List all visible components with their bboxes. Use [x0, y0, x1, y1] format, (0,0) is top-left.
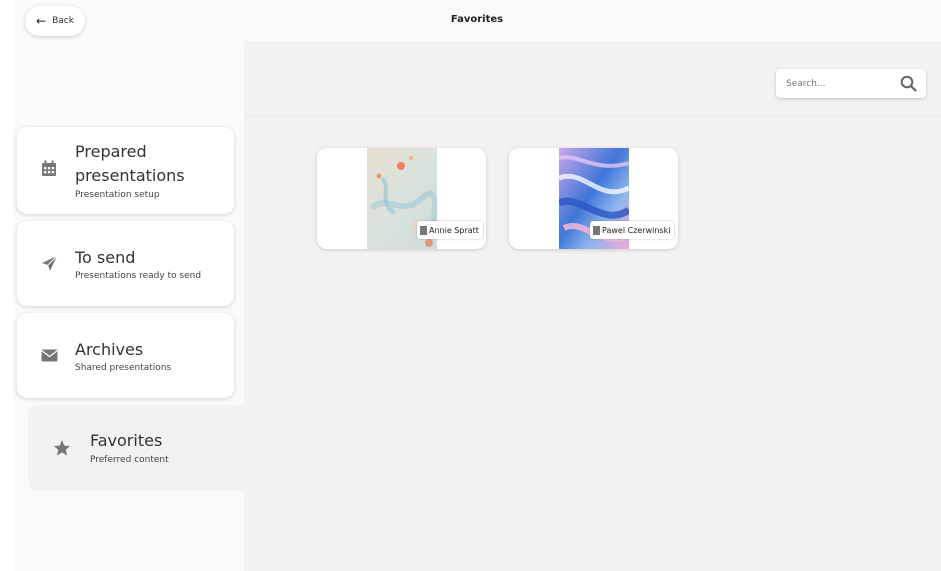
document-icon — [420, 225, 427, 235]
favorite-card[interactable]: Annie Spratt — [317, 148, 486, 249]
search-box[interactable] — [776, 69, 926, 98]
sidebar: Prepared presentations Presentation setu… — [13, 41, 244, 571]
search-bar-area — [244, 41, 941, 116]
sidebar-item-subtitle: Presentations ready to send — [75, 271, 202, 281]
sidebar-item-prepared-presentations[interactable]: Prepared presentations Presentation setu… — [17, 127, 234, 214]
author-credit: Annie Spratt — [417, 221, 483, 239]
sidebar-item-title: Archives — [75, 340, 144, 359]
sidebar-item-subtitle: Shared presentations — [75, 363, 172, 373]
author-credit: Pawel Czerwinski — [590, 221, 675, 239]
search-input[interactable] — [784, 75, 888, 93]
sidebar-item-archives[interactable]: Archives Shared presentations — [17, 313, 234, 398]
author-name: Annie Spratt — [429, 225, 479, 235]
paper-plane-icon — [40, 254, 58, 272]
sidebar-item-to-send[interactable]: To send Presentations ready to send — [17, 221, 234, 306]
sidebar-item-favorites[interactable]: Favorites Preferred content — [28, 405, 244, 491]
document-icon — [593, 225, 600, 235]
search-icon[interactable] — [900, 75, 917, 96]
envelope-icon — [40, 346, 58, 364]
author-name: Pawel Czerwinski — [602, 225, 671, 235]
sidebar-item-subtitle: Presentation setup — [75, 190, 160, 200]
top-bar: ← Back Favorites — [13, 0, 941, 41]
star-icon — [53, 439, 71, 457]
sidebar-item-subtitle: Preferred content — [90, 455, 169, 465]
sidebar-item-title: To send — [75, 248, 136, 267]
sidebar-item-title: Prepared presentations — [75, 142, 185, 185]
app-window: ← Back Favorites Prepared presentations … — [13, 0, 941, 571]
favorite-card[interactable]: Pawel Czerwinski — [509, 148, 678, 249]
page-title: Favorites — [450, 14, 504, 25]
content-area: Annie Spratt — [244, 41, 941, 571]
sidebar-item-title: Favorites — [90, 431, 163, 450]
calendar-icon — [40, 159, 58, 177]
